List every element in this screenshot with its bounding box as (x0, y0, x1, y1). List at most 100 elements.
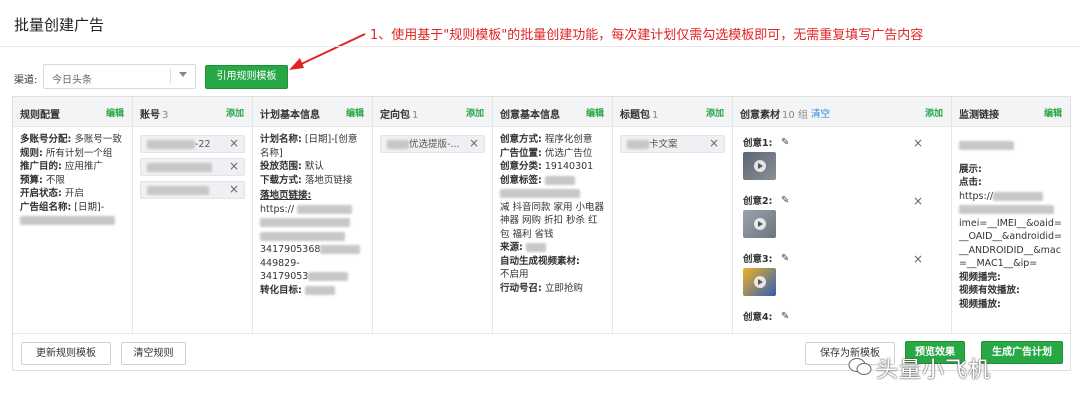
blurred-text (260, 230, 365, 244)
targeting-tag: 优选提版-... × (380, 135, 485, 153)
edit-rule-link[interactable]: 编辑 (106, 106, 124, 119)
creative-label: 创意2: (743, 196, 773, 207)
close-icon[interactable]: × (229, 182, 239, 197)
plan-line: 下载方式: 落地页链接 (260, 174, 353, 186)
close-icon[interactable]: × (913, 194, 923, 209)
account-tag: × (140, 181, 245, 199)
column-body: 创意1: ✎ × 创意2: ✎ × 创意3: ✎ × 创意4: ✎ (733, 127, 951, 333)
column-body: 优选提版-... × (373, 127, 492, 164)
creative-label: 创意3: (743, 254, 773, 265)
column-title: 规则配置 (20, 110, 60, 121)
pencil-icon[interactable]: ✎ (781, 310, 789, 324)
play-icon (754, 276, 766, 288)
tracking-line: 点击: (959, 177, 982, 188)
add-title-pack-link[interactable]: 添加 (706, 106, 724, 119)
close-icon[interactable]: × (229, 136, 239, 151)
rule-line: 预算: 不限 (20, 174, 65, 186)
tracking-line: https:// (959, 190, 1063, 204)
account-tag: -22 × (140, 135, 245, 153)
column-body: 展示: 点击: https:// imei=__IMEI__&oaid=__OA… (952, 127, 1070, 317)
column-rule-config: 规则配置 编辑 多账号分配: 多账号一致 规则: 所有计划一个组 推广目的: 应… (13, 97, 133, 333)
pencil-icon[interactable]: ✎ (781, 194, 789, 208)
tracking-line: 视频有效播放: (959, 285, 1020, 296)
video-thumbnail[interactable] (743, 152, 776, 180)
add-account-link[interactable]: 添加 (226, 106, 244, 119)
edit-tracking-link[interactable]: 编辑 (1044, 106, 1062, 119)
update-template-button[interactable]: 更新规则模板 (21, 342, 111, 365)
clear-rules-button[interactable]: 清空规则 (121, 342, 186, 365)
plan-line: https:// (260, 203, 365, 217)
column-title: 创意基本信息 (500, 110, 560, 121)
close-icon[interactable]: × (709, 136, 719, 151)
tracking-params: imei=__IMEI__&oaid=__OAID__&androidid=__… (959, 217, 1063, 270)
tracking-line: 视频播放: (959, 298, 1001, 310)
plan-line: 投放范围: 默认 (260, 161, 324, 172)
creative-info-line: 来源: (500, 241, 605, 255)
column-header: 创意素材 10 组 清空 添加 (733, 97, 951, 127)
rule-line: 推广目的: 应用推广 (20, 161, 103, 172)
generate-plan-button[interactable]: 生成广告计划 (981, 341, 1063, 364)
column-account: 账号 3 添加 -22 × × × (133, 97, 253, 333)
creative-info-line: 创意方式: 程序化创意 (500, 134, 593, 145)
creative-item: 创意2: ✎ × (743, 194, 941, 253)
clear-materials-link[interactable]: 清空 (811, 106, 830, 120)
add-targeting-link[interactable]: 添加 (466, 106, 484, 119)
column-title: 标题包 1 (620, 110, 659, 121)
column-creative-info: 创意基本信息 编辑 创意方式: 程序化创意 广告位置: 优选广告位 创意分类: … (493, 97, 613, 333)
close-icon[interactable]: × (913, 136, 923, 151)
plan-line: 34179053 (260, 270, 365, 284)
pencil-icon[interactable]: ✎ (781, 136, 789, 150)
close-icon[interactable]: × (229, 159, 239, 174)
column-header: 规则配置 编辑 (13, 97, 132, 127)
column-body: 多账号分配: 多账号一致 规则: 所有计划一个组 推广目的: 应用推广 预算: … (13, 127, 132, 234)
column-header: 计划基本信息 编辑 (253, 97, 372, 127)
close-icon[interactable]: × (913, 252, 923, 267)
blurred-text (260, 216, 365, 230)
column-header: 创意基本信息 编辑 (493, 97, 612, 127)
column-plan-info: 计划基本信息 编辑 计划名称: [日期]-[创意名称] 投放范围: 默认 下载方… (253, 97, 373, 333)
title-pack-tag: 卡文案 × (620, 135, 725, 153)
rule-line: 规则: 所有计划一个组 (20, 147, 113, 159)
creative-info-line: 创意标签: (500, 174, 605, 188)
column-title: 账号 3 (140, 110, 169, 121)
creative-item: 创意4: ✎ (743, 311, 941, 333)
column-header: 定向包 1 添加 (373, 97, 492, 127)
column-header: 监测链接 编辑 (952, 97, 1070, 127)
wechat-logo-icon (848, 358, 872, 375)
rule-line: 多账号分配: 多账号一致 (20, 134, 122, 145)
watermark-text: 头量小飞机 (876, 358, 992, 383)
column-targeting: 定向包 1 添加 优选提版-... × (373, 97, 493, 333)
blurred-text (20, 214, 125, 228)
tracking-line: 视频播完: (959, 271, 1001, 283)
title-divider (0, 46, 1080, 47)
column-body: 计划名称: [日期]-[创意名称] 投放范围: 默认 下载方式: 落地页链接 落… (253, 127, 372, 303)
footer-divider (13, 333, 1070, 334)
column-header: 账号 3 添加 (133, 97, 252, 127)
edit-creative-info-link[interactable]: 编辑 (586, 106, 604, 119)
plan-line: 3417905368 (260, 243, 365, 257)
plan-line: 落地页链接: (260, 190, 312, 201)
column-body: 卡文案 × (613, 127, 732, 164)
blurred-text (959, 203, 1063, 217)
creative-item: 创意1: ✎ × (743, 136, 941, 195)
add-material-link[interactable]: 添加 (925, 106, 943, 119)
column-body: 创意方式: 程序化创意 广告位置: 优选广告位 创意分类: 19140301 创… (493, 127, 612, 301)
column-title: 计划基本信息 (260, 110, 320, 121)
batch-create-page: 批量创建广告 1、使用基于"规则模板"的批量创建功能，每次建计划仅需勾选模板即可… (0, 0, 1080, 412)
chevron-down-icon (179, 72, 187, 77)
pencil-icon[interactable]: ✎ (781, 252, 789, 266)
account-tag: × (140, 158, 245, 176)
channel-select[interactable]: 今日头条 (43, 64, 196, 89)
column-title: 创意素材 10 组 (740, 110, 808, 121)
creative-info-line: 不启用 (500, 269, 529, 280)
creative-label: 创意1: (743, 138, 773, 149)
apply-rule-template-button[interactable]: 引用规则模板 (205, 65, 288, 89)
creative-tags: 减 抖音同款 家用 小电器 神器 网购 折扣 秒杀 红包 福利 省钱 (500, 201, 605, 240)
column-materials: 创意素材 10 组 清空 添加 创意1: ✎ × 创意2: ✎ × 创意3: ✎… (733, 97, 952, 333)
video-thumbnail[interactable] (743, 268, 776, 296)
channel-value: 今日头条 (52, 75, 92, 86)
close-icon[interactable]: × (469, 136, 479, 151)
video-thumbnail[interactable] (743, 210, 776, 238)
edit-plan-link[interactable]: 编辑 (346, 106, 364, 119)
tracking-line: 展示: (959, 163, 982, 175)
